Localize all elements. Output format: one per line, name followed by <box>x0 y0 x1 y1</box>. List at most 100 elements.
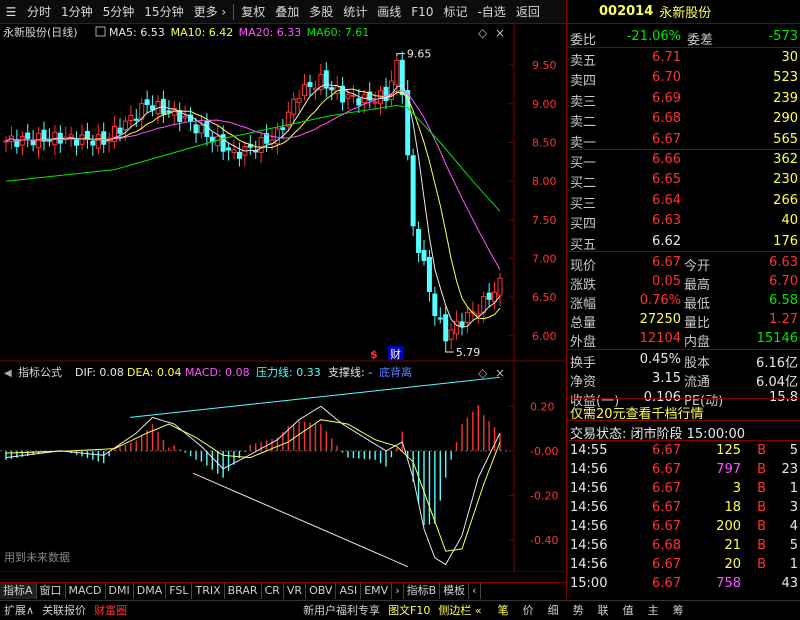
indicator-tab-4[interactable]: DMA <box>134 583 167 599</box>
bottom-item-12[interactable]: 主 <box>644 601 663 620</box>
indicator-tab-10[interactable]: OBV <box>306 583 337 599</box>
toolbar-item-0[interactable]: 分时 <box>22 0 56 24</box>
promo-row: 仅需20元查看千档行情 <box>567 401 800 422</box>
stat-label: 外盘 <box>570 335 597 350</box>
candle-body <box>280 127 286 131</box>
indicator-tab-9[interactable]: VR <box>284 583 307 599</box>
toolbar-item-5[interactable]: 复权 <box>236 0 270 24</box>
toolbar-item-2[interactable]: 5分钟 <box>98 0 140 24</box>
indicator-tab-5[interactable]: FSL <box>166 583 193 599</box>
bottom-item-3[interactable]: 新用户福利专享 <box>299 601 384 620</box>
candle-body <box>117 127 123 134</box>
trade-count: 3 <box>789 500 798 515</box>
candle-body <box>236 151 242 159</box>
indicator-tab-0[interactable]: 指标A <box>0 583 37 599</box>
indicator-tab-6[interactable]: TRIX <box>192 583 225 599</box>
bid-label: 买二 <box>570 176 597 192</box>
webi-label: 委比 <box>570 33 597 48</box>
toolbar-item-12[interactable]: -自选 <box>472 0 510 24</box>
bottom-item-5[interactable]: 侧边栏 « <box>434 601 485 620</box>
indicator-tab-14[interactable]: 指标B <box>404 583 441 599</box>
toolbar-item-8[interactable]: 统计 <box>338 0 372 24</box>
trade-price: 6.67 <box>652 462 681 477</box>
indicator-name[interactable]: 指标公式 <box>18 365 62 379</box>
bottom-item-6[interactable]: 笔 <box>494 601 513 620</box>
indicator-tab-8[interactable]: CR <box>262 583 284 599</box>
stock-code: 002014 <box>599 4 654 19</box>
toolbar-separator <box>233 3 235 20</box>
indicator-tab-11[interactable]: ASI <box>336 583 362 599</box>
ma-label-2: MA20: 6.33 <box>239 26 302 39</box>
indicator-tab-13[interactable]: › <box>392 583 404 599</box>
toolbar-item-3[interactable]: 15分钟 <box>139 0 188 24</box>
candle-body <box>101 131 107 145</box>
finance-marker[interactable]: 财 <box>390 347 401 361</box>
candle-body <box>3 140 9 143</box>
ask-row: 卖一 6.67 565 <box>567 130 800 151</box>
trade-time: 15:00 <box>570 576 608 591</box>
stat-row: 涨跌 0.05 最高 6.70 <box>567 272 800 293</box>
toolbar-item-11[interactable]: 标记 <box>438 0 472 24</box>
status-row: 交易状态: 闭市阶段 15:00:00 <box>567 421 800 442</box>
bottom-item-8[interactable]: 细 <box>544 601 563 620</box>
candle-body <box>302 84 308 97</box>
menu-icon[interactable]: ☰ <box>0 0 22 24</box>
close-icon[interactable]: × <box>495 26 505 40</box>
toolbar-item-6[interactable]: 叠加 <box>270 0 304 24</box>
ask-volume: 523 <box>773 70 798 86</box>
trade-count: 1 <box>789 481 798 496</box>
bottom-item-9[interactable]: 势 <box>569 601 588 620</box>
candle-body <box>25 132 31 139</box>
price-tick-label: 9.50 <box>532 59 557 72</box>
candle-body <box>497 277 503 296</box>
bottom-item-11[interactable]: 值 <box>619 601 638 620</box>
quote-header[interactable]: 002014 永新股份 <box>567 0 800 24</box>
stat-value: 12104 <box>639 331 681 346</box>
toolbar-item-7[interactable]: 多股 <box>304 0 338 24</box>
indicator-tab-1[interactable]: 窗口 <box>37 583 66 599</box>
period-label[interactable]: 日线 <box>525 571 547 585</box>
bottom-item-2[interactable]: 财富圈 <box>90 601 131 620</box>
toolbar-item-4[interactable]: 更多 › <box>189 0 232 24</box>
bottom-item-7[interactable]: 价 <box>519 601 538 620</box>
bottom-item-13[interactable]: 筹 <box>669 601 688 620</box>
toolbar-item-13[interactable]: 返回 <box>511 0 545 24</box>
bottom-item-0[interactable]: 扩展∧ <box>0 601 38 620</box>
bid-label: 买四 <box>570 217 597 233</box>
candle-body <box>226 147 232 151</box>
bottom-item-1[interactable]: 关联报价 <box>38 601 90 620</box>
price-tick-label: 7.00 <box>532 252 557 265</box>
ask-row: 卖三 6.69 239 <box>567 89 800 110</box>
candle-body <box>30 140 36 146</box>
candle-body <box>372 101 378 104</box>
indicator-tab-3[interactable]: DMI <box>106 583 134 599</box>
candle-body <box>150 105 156 111</box>
bid-volume: 230 <box>773 172 798 188</box>
indicator-tab-15[interactable]: 模板 <box>440 583 470 599</box>
kline-chart[interactable]: 永新股份(日线) MA5: 6.53 MA10: 6.42 MA20: 6.33 MA6… <box>0 24 566 585</box>
toolbar-item-9[interactable]: 画线 <box>372 0 406 24</box>
indicator-menu-icon[interactable]: ◀ <box>4 368 12 379</box>
dividend-marker[interactable]: $ <box>370 348 378 361</box>
indicator-tab-7[interactable]: BRAR <box>225 583 262 599</box>
trade-count: 23 <box>781 462 798 477</box>
trade-price: 6.67 <box>652 500 681 515</box>
indicator-tab-16[interactable]: ‹ <box>469 583 481 599</box>
bottom-item-4[interactable]: 图文F10 <box>384 601 434 620</box>
diamond-icon[interactable]: ◇ <box>478 26 488 40</box>
toolbar-item-1[interactable]: 1分钟 <box>56 0 98 24</box>
year-label: 2021年 <box>3 571 42 572</box>
macd-tick-label: -0.00 <box>530 445 558 458</box>
toolbar-item-10[interactable]: F10 <box>406 0 438 24</box>
stat-row: 涨幅 0.76% 最低 6.58 <box>567 291 800 312</box>
trade-time: 14:56 <box>570 519 608 534</box>
kline-chart-area[interactable]: 永新股份(日线) MA5: 6.53 MA10: 6.42 MA20: 6.33 MA6… <box>0 24 566 585</box>
trade-price: 6.67 <box>652 519 681 534</box>
bid-volume: 266 <box>773 192 798 208</box>
trade-time: 14:56 <box>570 481 608 496</box>
candle-body <box>122 120 128 131</box>
indicator-tab-2[interactable]: MACD <box>66 583 106 599</box>
diamond-icon[interactable]: ◇ <box>478 366 488 380</box>
bottom-item-10[interactable]: 联 <box>594 601 613 620</box>
indicator-tab-12[interactable]: EMV <box>361 583 393 599</box>
